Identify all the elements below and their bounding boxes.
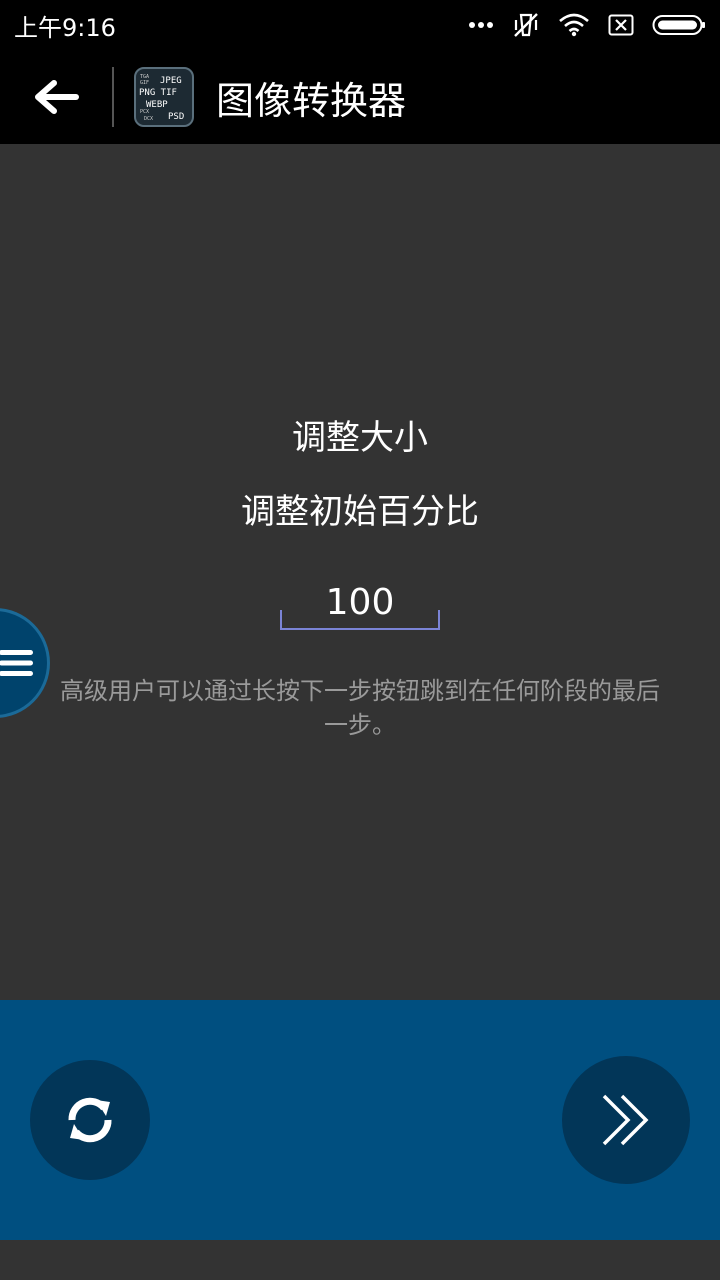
status-time: 上午9:16	[14, 13, 116, 42]
wifi-icon	[559, 13, 589, 37]
reset-button[interactable]	[30, 1060, 150, 1180]
svg-text:GIF: GIF	[140, 80, 149, 86]
refresh-icon	[68, 1097, 112, 1143]
resize-panel: 调整大小 调整初始百分比 高级用户可以通过长按下一步按钮跳到在任何阶段的最后一步…	[0, 144, 720, 1000]
percent-input-underline	[280, 610, 440, 630]
hamburger-menu-icon	[0, 650, 33, 676]
footer-strip	[0, 1240, 720, 1280]
double-chevron-right-icon	[602, 1094, 649, 1146]
vibrate-muted-icon	[514, 13, 538, 37]
status-icons	[468, 11, 706, 39]
side-menu-button[interactable]	[0, 608, 50, 718]
image-formats-logo-icon: TGA GIF JPEG PNG TIF WEBP PCX DCX PSD	[139, 74, 184, 122]
svg-text:JPEG: JPEG	[160, 76, 182, 86]
appbar-divider	[112, 67, 114, 127]
hint-text: 高级用户可以通过长按下一步按钮跳到在任何阶段的最后一步。	[60, 677, 660, 739]
app-title: 图像转换器	[216, 78, 407, 123]
back-button[interactable]	[0, 50, 112, 144]
svg-text:PNG TIF: PNG TIF	[139, 88, 177, 98]
no-sim-icon	[608, 14, 634, 36]
screen: 上午9:16 TGA GIF JPEG PNG TIF WEBP PCX DCX…	[0, 0, 720, 1280]
bottom-action-bar	[0, 1000, 720, 1240]
app-bar: TGA GIF JPEG PNG TIF WEBP PCX DCX PSD 图像…	[0, 50, 720, 144]
svg-text:WEBP: WEBP	[146, 100, 168, 110]
svg-text:PCX: PCX	[140, 109, 149, 115]
svg-text:PSD: PSD	[168, 112, 184, 122]
svg-text:DCX: DCX	[144, 116, 153, 122]
section-heading: 调整大小	[292, 418, 428, 458]
app-logo: TGA GIF JPEG PNG TIF WEBP PCX DCX PSD	[134, 67, 194, 127]
arrow-left-icon	[35, 80, 79, 114]
battery-icon	[652, 15, 705, 35]
section-subheading: 调整初始百分比	[241, 492, 479, 532]
next-step-button[interactable]	[562, 1056, 690, 1184]
more-dots-icon	[469, 22, 493, 28]
status-bar: 上午9:16	[0, 0, 720, 50]
